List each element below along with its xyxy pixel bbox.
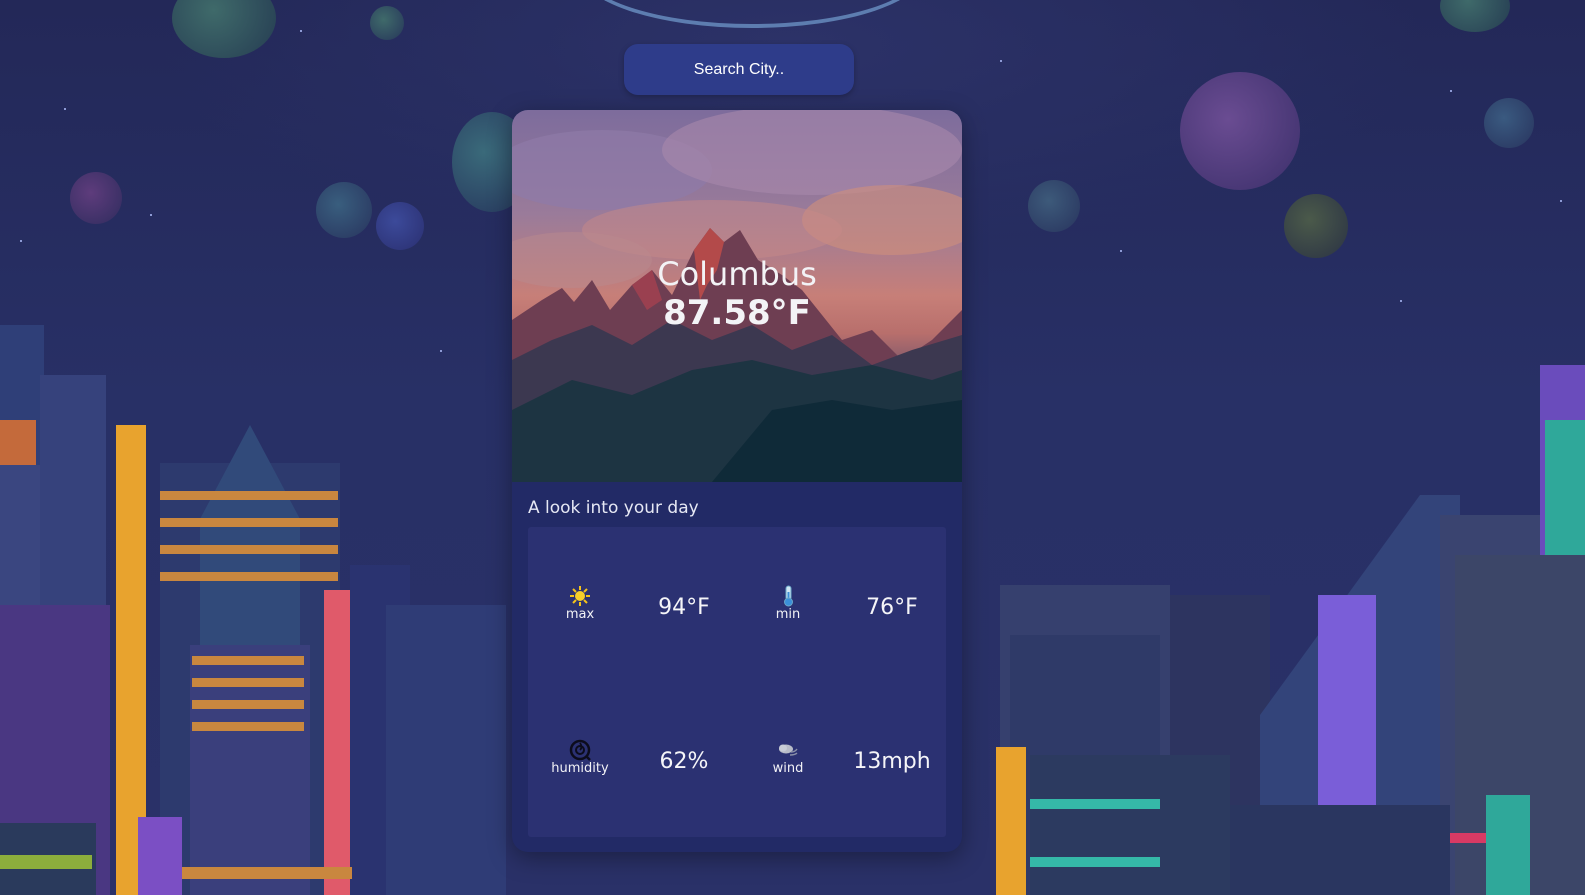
planet-orb <box>578 0 926 28</box>
planet-orb <box>376 202 424 250</box>
planet-orb <box>172 0 276 58</box>
max-value: 94°F <box>658 595 710 620</box>
planet-orb <box>1440 0 1510 32</box>
weather-card: Columbus 87.58°F A look into your day ma… <box>512 110 962 852</box>
building <box>386 605 506 895</box>
humidity-stat-label-cell: humidity <box>528 739 632 777</box>
building <box>1030 755 1230 895</box>
planet-orb <box>1028 180 1080 232</box>
search-city-input[interactable] <box>624 44 854 95</box>
min-value: 76°F <box>866 595 918 620</box>
max-stat-label-cell: max <box>528 585 632 623</box>
sun-icon <box>528 585 632 607</box>
humidity-label: humidity <box>551 761 609 776</box>
planet-orb <box>1180 72 1300 190</box>
day-heading: A look into your day <box>528 498 699 518</box>
min-label: min <box>775 607 801 622</box>
planet-orb <box>1484 98 1534 148</box>
weather-hero-image: Columbus 87.58°F <box>512 110 962 482</box>
planet-orb <box>1284 194 1348 258</box>
humidity-icon <box>528 739 632 761</box>
building <box>996 747 1026 895</box>
wind-label: wind <box>772 761 804 776</box>
wind-icon <box>736 739 840 761</box>
thermometer-icon <box>736 585 840 607</box>
wind-value: 13mph <box>853 749 931 774</box>
planet-orb <box>316 182 372 238</box>
day-stats-panel: max 94°F min 76°F humidity 62% wind 13mp… <box>528 527 946 837</box>
max-label: max <box>565 607 595 622</box>
current-temperature: 87.58°F <box>663 293 811 333</box>
planet-orb <box>70 172 122 224</box>
min-stat-label-cell: min <box>736 585 840 623</box>
current-weather: Columbus 87.58°F <box>512 255 962 333</box>
wind-stat-label-cell: wind <box>736 739 840 777</box>
city-name: Columbus <box>657 255 817 293</box>
building <box>1486 795 1530 895</box>
building <box>138 817 182 895</box>
planet-orb <box>370 6 404 40</box>
building <box>1230 805 1450 895</box>
humidity-value: 62% <box>659 749 709 774</box>
